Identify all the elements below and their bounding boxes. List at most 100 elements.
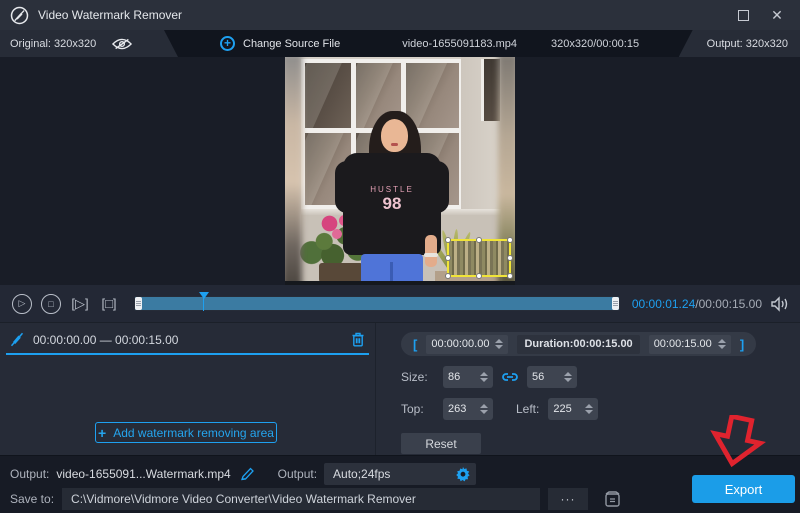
selection-handle[interactable] bbox=[507, 273, 513, 279]
title-bar: Video Watermark Remover ✕ bbox=[0, 0, 800, 30]
end-time-value: 00:00:15.00 bbox=[654, 338, 712, 350]
export-button[interactable]: Export bbox=[692, 475, 795, 503]
start-time-value: 00:00:00.00 bbox=[431, 338, 489, 350]
playhead-line bbox=[203, 296, 205, 311]
selection-handle[interactable] bbox=[445, 255, 451, 261]
trim-handle-right[interactable] bbox=[612, 297, 619, 310]
selection-handle[interactable] bbox=[445, 273, 451, 279]
position-row: Top: 263 Left: 225 bbox=[401, 398, 800, 420]
set-start-bracket[interactable]: [ bbox=[413, 337, 417, 352]
left-field[interactable]: 225 bbox=[548, 398, 598, 420]
duration-display: Duration:00:00:15.00 bbox=[517, 335, 639, 354]
output-file-row: Output: video-1655091...Watermark.mp4 Ou… bbox=[0, 456, 800, 487]
stop-section-button[interactable]: [□] bbox=[97, 292, 121, 316]
video-shirt-print: HUSTLE 98 bbox=[343, 185, 441, 214]
output-format-label: Output: bbox=[278, 467, 317, 481]
save-to-label: Save to: bbox=[10, 492, 54, 506]
selection-handle[interactable] bbox=[476, 237, 482, 243]
start-time-field[interactable]: 00:00:00.00 bbox=[426, 335, 508, 354]
source-dimensions: 320x320/00:00:15 bbox=[551, 38, 639, 50]
shirt-text-line1: HUSTLE bbox=[343, 185, 441, 194]
time-display: 00:00:01.24/00:00:15.00 bbox=[632, 297, 762, 311]
format-value: Auto;24fps bbox=[333, 467, 455, 481]
end-time-spinner[interactable] bbox=[718, 339, 726, 349]
end-time-field[interactable]: 00:00:15.00 bbox=[649, 335, 731, 354]
video-bottom-edge bbox=[285, 281, 515, 285]
add-area-label: Add watermark removing area bbox=[113, 426, 274, 440]
delete-watermark-icon[interactable] bbox=[351, 332, 365, 347]
play-button[interactable]: ▷ bbox=[10, 292, 34, 316]
watermark-time-range: 00:00:00.00 — 00:00:15.00 bbox=[33, 333, 342, 347]
output-tab[interactable]: Output: 320x320 bbox=[679, 30, 800, 57]
selection-handle[interactable] bbox=[476, 273, 482, 279]
folder-icon bbox=[604, 491, 621, 507]
height-spinner[interactable] bbox=[564, 372, 572, 382]
watermark-selection-box[interactable] bbox=[447, 239, 511, 277]
original-label: Original: 320x320 bbox=[10, 38, 96, 50]
trim-handle-left[interactable] bbox=[135, 297, 142, 310]
left-spinner[interactable] bbox=[585, 404, 593, 414]
timeline-slider[interactable] bbox=[134, 296, 620, 311]
app-logo-icon bbox=[10, 6, 29, 25]
selection-handle[interactable] bbox=[445, 237, 451, 243]
total-time: 00:00:15.00 bbox=[699, 297, 762, 311]
eye-off-icon[interactable] bbox=[112, 37, 132, 51]
toolbar: Original: 320x320 + Change Source File v… bbox=[0, 30, 800, 57]
width-spinner[interactable] bbox=[480, 372, 488, 382]
stop-section-icon: [□] bbox=[101, 296, 116, 311]
source-filename: video-1655091183.mp4 bbox=[402, 38, 517, 50]
output-label: Output: 320x320 bbox=[707, 38, 788, 50]
time-range-controls: [ 00:00:00.00 Duration:00:00:15.00 00:00… bbox=[401, 332, 756, 356]
window-title: Video Watermark Remover bbox=[38, 8, 182, 22]
save-path-row: Save to: C:\Vidmore\Vidmore Video Conver… bbox=[0, 487, 800, 510]
play-icon: ▷ bbox=[12, 294, 32, 314]
maximize-icon bbox=[738, 10, 749, 21]
height-value: 56 bbox=[532, 371, 544, 383]
width-value: 86 bbox=[448, 371, 460, 383]
add-watermark-area-button[interactable]: + Add watermark removing area bbox=[95, 422, 277, 443]
video-blur-edge-left bbox=[285, 57, 302, 285]
top-spinner[interactable] bbox=[480, 404, 488, 414]
format-settings-gear-icon[interactable] bbox=[455, 466, 471, 482]
top-field[interactable]: 263 bbox=[443, 398, 493, 420]
size-label: Size: bbox=[401, 370, 434, 384]
watermark-list-item[interactable]: 00:00:00.00 — 00:00:15.00 bbox=[6, 329, 369, 355]
width-field[interactable]: 86 bbox=[443, 366, 493, 388]
top-value: 263 bbox=[448, 403, 466, 415]
output-file-label: Output: bbox=[10, 467, 49, 481]
video-person-face bbox=[381, 119, 408, 152]
original-tab[interactable]: Original: 320x320 bbox=[0, 30, 178, 57]
browse-button[interactable]: ··· bbox=[548, 488, 588, 510]
stop-button[interactable]: □ bbox=[39, 292, 63, 316]
edit-filename-icon[interactable] bbox=[240, 467, 255, 481]
video-frame[interactable]: HUSTLE 98 bbox=[285, 57, 515, 285]
reset-button[interactable]: Reset bbox=[401, 433, 481, 454]
app-window: Video Watermark Remover ✕ Original: 320x… bbox=[0, 0, 800, 513]
change-source-button[interactable]: + Change Source File bbox=[220, 36, 340, 51]
play-section-button[interactable]: [▷] bbox=[68, 292, 92, 316]
set-end-bracket[interactable]: ] bbox=[740, 337, 744, 352]
selection-handle[interactable] bbox=[507, 255, 513, 261]
play-section-icon: [▷] bbox=[71, 296, 88, 312]
volume-icon[interactable] bbox=[770, 296, 790, 312]
area-settings-panel: [ 00:00:00.00 Duration:00:00:15.00 00:00… bbox=[376, 323, 800, 455]
top-label: Top: bbox=[401, 402, 434, 416]
shirt-text-line2: 98 bbox=[343, 194, 441, 214]
close-button[interactable]: ✕ bbox=[764, 4, 790, 26]
height-field[interactable]: 56 bbox=[527, 366, 577, 388]
size-row: Size: 86 56 bbox=[401, 366, 800, 388]
selection-handle[interactable] bbox=[507, 237, 513, 243]
output-filename: video-1655091...Watermark.mp4 bbox=[56, 467, 230, 481]
save-path-input[interactable]: C:\Vidmore\Vidmore Video Converter\Video… bbox=[62, 488, 540, 510]
change-source-label: Change Source File bbox=[243, 38, 340, 50]
video-person-watch bbox=[424, 253, 438, 257]
maximize-button[interactable] bbox=[730, 4, 756, 26]
format-selector[interactable]: Auto;24fps bbox=[324, 463, 476, 485]
video-person-arm bbox=[425, 235, 437, 267]
video-person-lips bbox=[391, 143, 398, 146]
start-time-spinner[interactable] bbox=[495, 339, 503, 349]
settings-panels: 00:00:00.00 — 00:00:15.00 + Add watermar… bbox=[0, 322, 800, 455]
open-folder-button[interactable] bbox=[598, 488, 626, 510]
plus-circle-icon: + bbox=[220, 36, 235, 51]
link-dimensions-icon[interactable] bbox=[502, 371, 518, 383]
